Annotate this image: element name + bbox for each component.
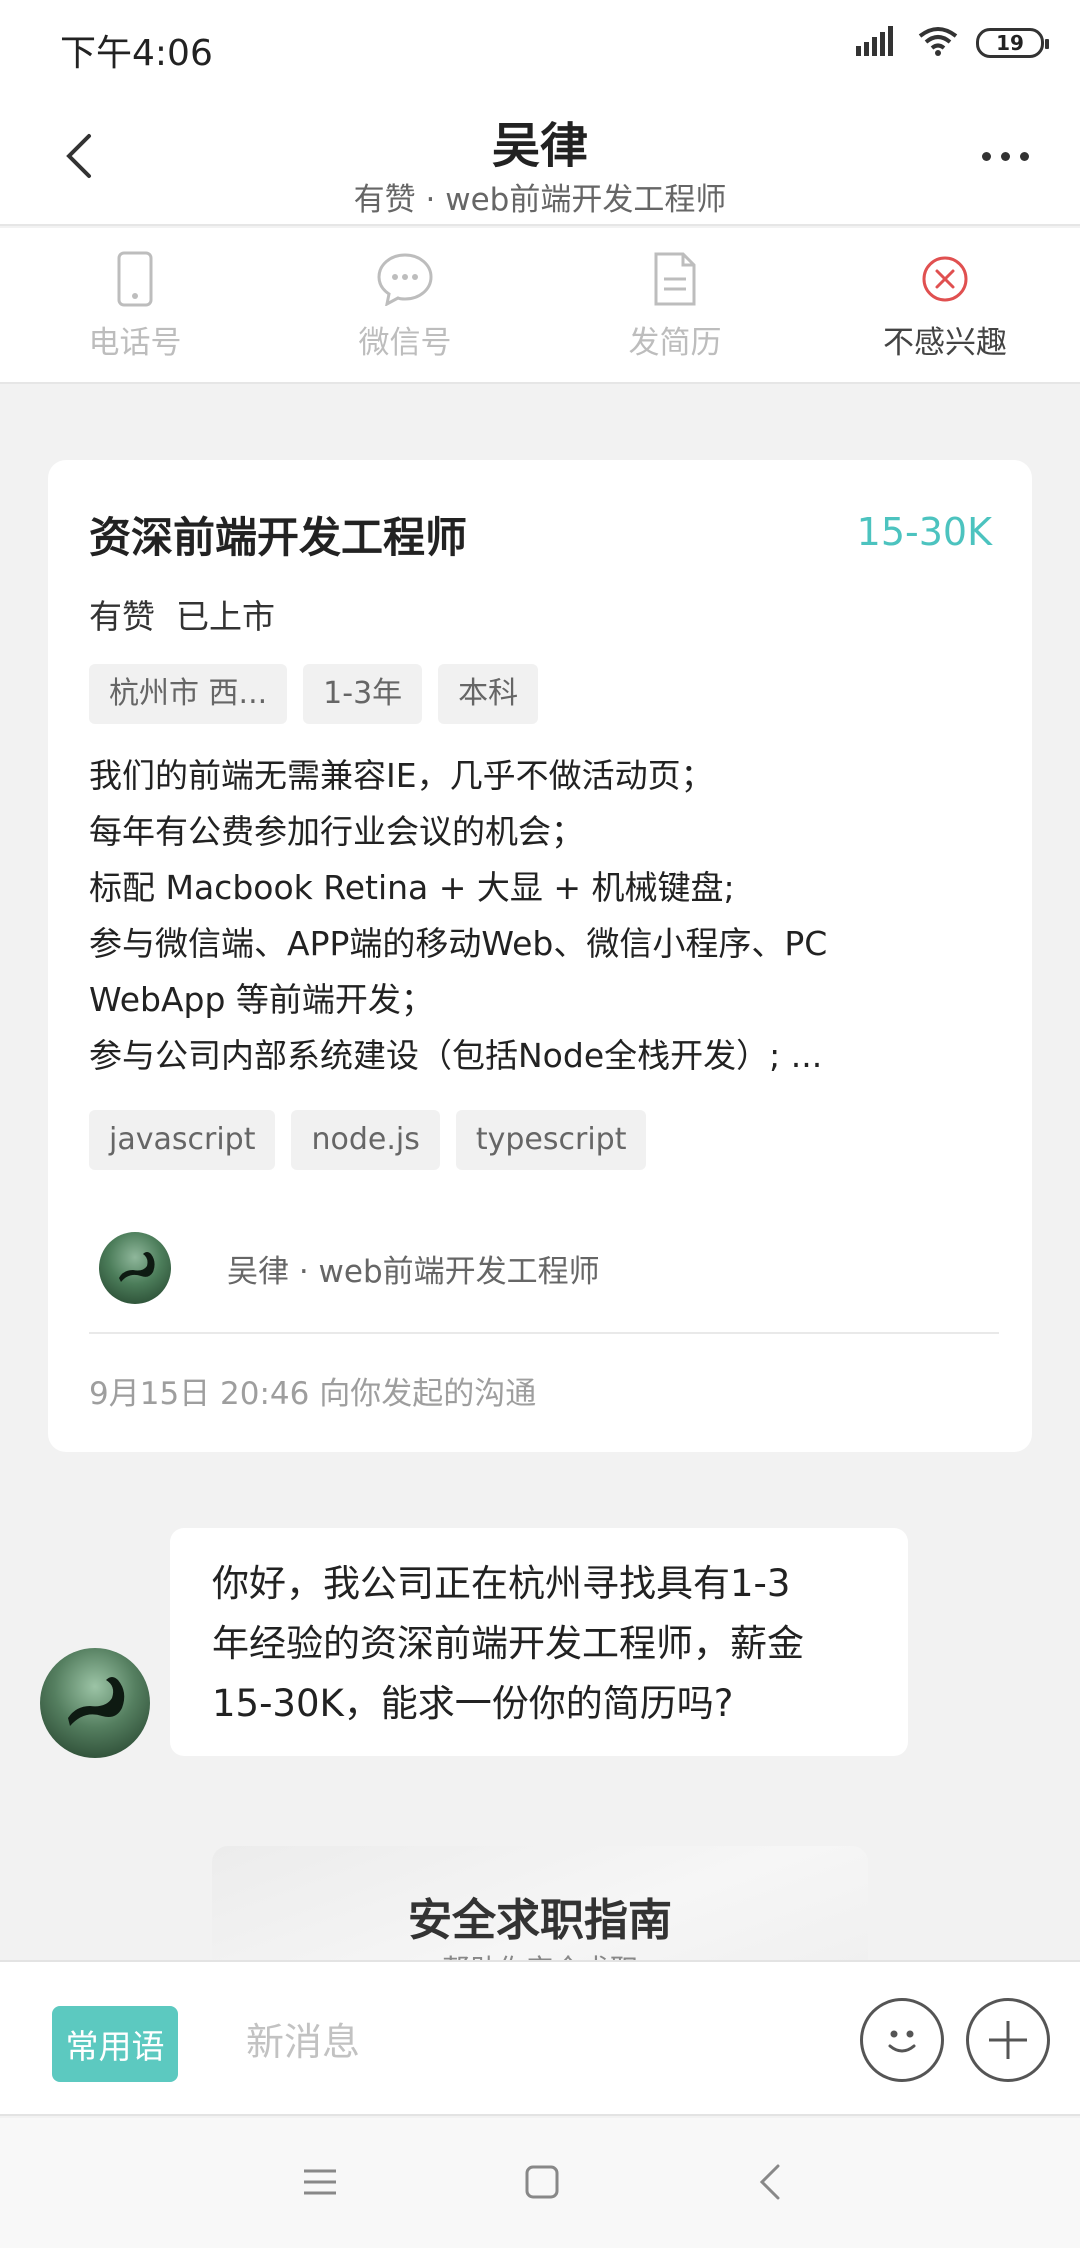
skill-tags: javascript node.js typescript <box>89 1110 647 1170</box>
guide-title: 安全求职指南 <box>408 1895 672 1946</box>
job-tags: 杭州市 西... 1-3年 本科 <box>89 664 539 724</box>
skill-tag: javascript <box>89 1110 276 1170</box>
more-actions-button[interactable] <box>966 1998 1050 2082</box>
home-square-icon <box>525 2165 559 2199</box>
input-bar: 常用语 <box>0 1960 1080 2116</box>
wifi-icon <box>918 26 958 60</box>
contact-subtitle: 有赞 · web前端开发工程师 <box>353 182 727 218</box>
tag-experience: 1-3年 <box>303 664 423 724</box>
action-label: 微信号 <box>358 324 452 361</box>
more-dots-icon <box>981 151 991 161</box>
phone-icon <box>105 249 165 309</box>
recruiter-info: 吴律 · web前端开发工程师 <box>227 1253 600 1290</box>
sender-avatar[interactable] <box>40 1648 150 1758</box>
skill-tag: typescript <box>455 1110 647 1170</box>
action-phone[interactable]: 电话号 <box>0 228 270 382</box>
message-bubble[interactable]: 你好，我公司正在杭州寻找具有1-3 年经验的资深前端开发工程师，薪金 15-30… <box>170 1528 908 1756</box>
chevron-left-icon <box>759 2164 780 2200</box>
job-salary: 15-30K <box>856 510 992 554</box>
safety-guide-card[interactable]: 安全求职指南 帮助你安全求职 <box>212 1846 868 1966</box>
action-label: 发简历 <box>628 324 722 361</box>
action-label: 不感兴趣 <box>883 324 1007 361</box>
more-options-button[interactable] <box>970 136 1040 176</box>
chat-bubble-icon <box>375 249 435 309</box>
action-label: 电话号 <box>88 324 182 361</box>
signal-icon <box>856 26 900 60</box>
action-not-interested[interactable]: 不感兴趣 <box>810 228 1080 382</box>
desc-line: 参与微信端、APP端的移动Web、微信小程序、PC <box>89 924 828 963</box>
message-line: 年经验的资深前端开发工程师，薪金 <box>212 1622 804 1665</box>
action-bar: 电话号 微信号 发简历 不感兴趣 <box>0 228 1080 384</box>
emoji-button[interactable] <box>860 1998 944 2082</box>
resume-icon <box>645 249 705 309</box>
common-phrases-button[interactable]: 常用语 <box>52 2006 178 2082</box>
message-input[interactable] <box>230 2002 810 2082</box>
battery-icon: 19 <box>976 28 1049 58</box>
desc-line: WebApp 等前端开发； <box>89 980 434 1019</box>
close-circle-icon <box>915 249 975 309</box>
recruiter-row: 吴律 · web前端开发工程师 <box>89 1220 999 1316</box>
job-description: 我们的前端无需兼容IE，几乎不做活动页； 每年有公费参加行业会议的机会； 标配 … <box>89 748 999 1084</box>
job-card[interactable]: 资深前端开发工程师 15-30K 有赞 已上市 杭州市 西... 1-3年 本科… <box>48 460 1032 1452</box>
recruiter-avatar <box>99 1232 171 1304</box>
message-line: 你好，我公司正在杭州寻找具有1-3 <box>212 1562 791 1605</box>
plus-icon <box>989 2021 1027 2059</box>
divider <box>89 1332 999 1334</box>
status-time: 下午4:06 <box>60 33 213 74</box>
message-line: 15-30K，能求一份你的简历吗? <box>212 1682 734 1725</box>
desc-line: 每年有公费参加行业会议的机会； <box>89 812 584 851</box>
smiley-icon <box>888 2030 916 2053</box>
menu-icon <box>304 2169 336 2195</box>
status-icons: 19 <box>856 26 1049 60</box>
nav-back-button[interactable] <box>740 2152 800 2212</box>
system-nav-bar <box>0 2118 1080 2248</box>
action-send-resume[interactable]: 发简历 <box>540 228 810 382</box>
desc-line: 我们的前端无需兼容IE，几乎不做活动页； <box>89 756 714 795</box>
action-wechat[interactable]: 微信号 <box>270 228 540 382</box>
tag-education: 本科 <box>438 664 539 724</box>
job-title: 资深前端开发工程师 <box>89 513 468 562</box>
desc-line: 参与公司内部系统建设（包括Node全栈开发）; ... <box>89 1036 823 1075</box>
nav-menu-button[interactable] <box>290 2152 350 2212</box>
company-info: 有赞 已上市 <box>89 597 275 636</box>
tag-location: 杭州市 西... <box>89 664 288 724</box>
desc-line: 标配 Macbook Retina + 大显 + 机械键盘; <box>89 868 735 907</box>
skill-tag: node.js <box>291 1110 440 1170</box>
nav-home-button[interactable] <box>512 2152 572 2212</box>
conversation-time: 9月15日 20:46 向你发起的沟通 <box>89 1376 537 1412</box>
chat-header: 吴律 有赞 · web前端开发工程师 <box>0 92 1080 226</box>
contact-name: 吴律 <box>491 118 588 174</box>
status-bar: 下午4:06 19 <box>0 0 1080 92</box>
